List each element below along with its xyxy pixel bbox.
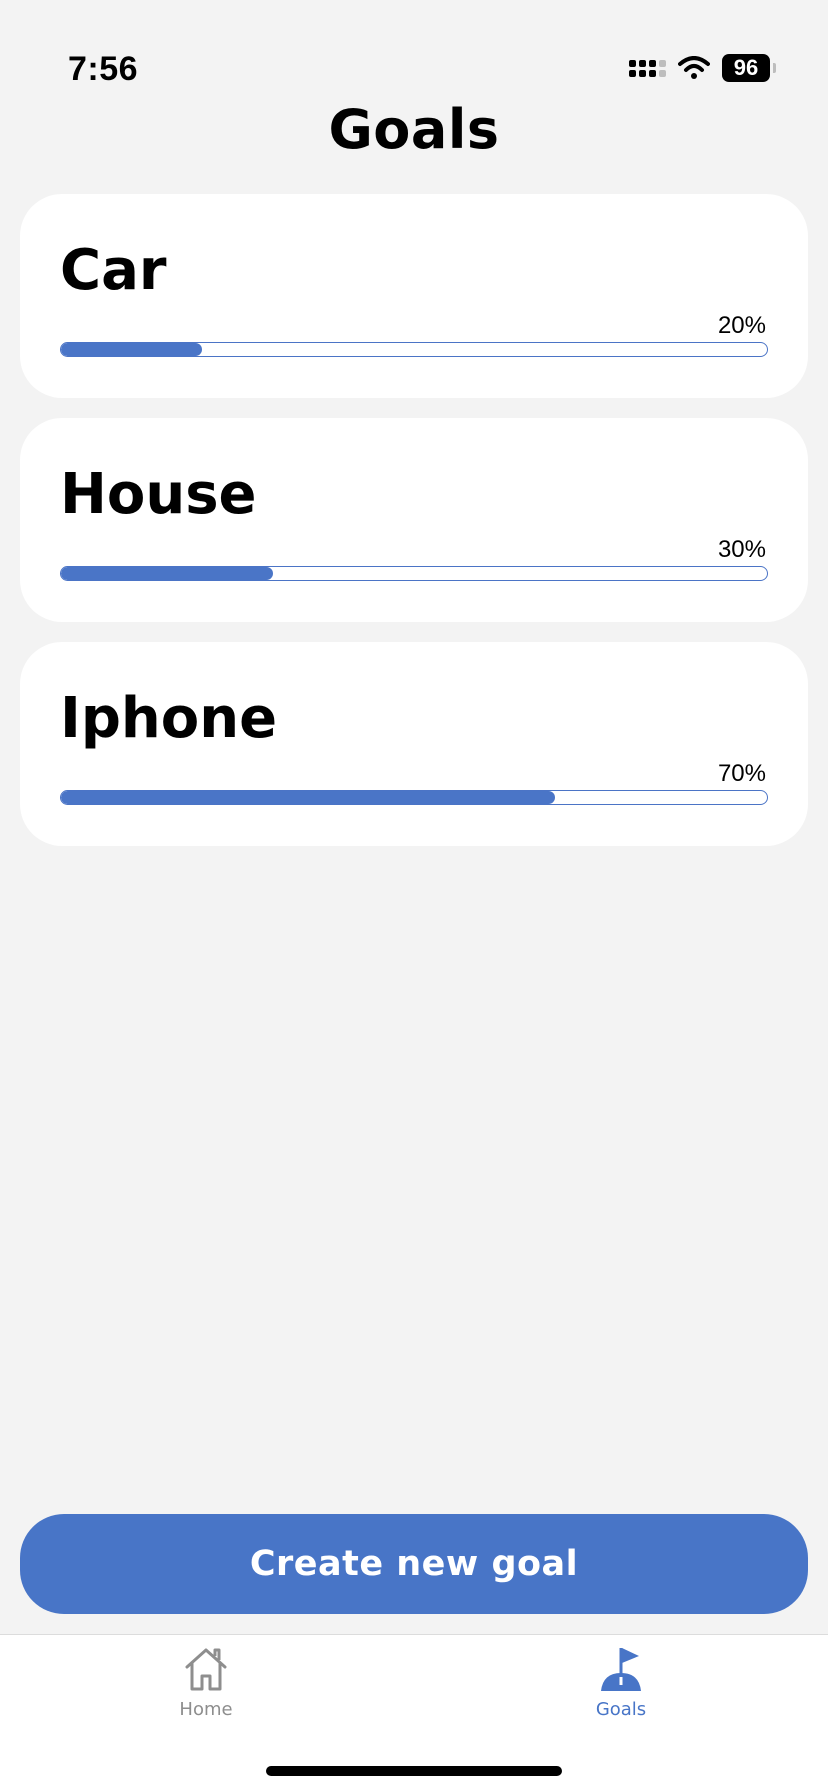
cellular-signal-icon: [629, 59, 666, 77]
progress-bar: [60, 790, 768, 805]
tab-home[interactable]: Home: [116, 1645, 296, 1745]
battery-icon: 96: [722, 54, 776, 82]
home-indicator: [266, 1766, 562, 1776]
progress-fill: [61, 567, 273, 580]
header: 7:56 96 Goals: [20, 20, 808, 174]
tab-goals-label: Goals: [595, 1699, 647, 1720]
status-icons: 96: [629, 54, 776, 82]
goal-card[interactable]: House 30%: [20, 418, 808, 622]
goal-percent: 70%: [717, 760, 766, 787]
progress-bar: [60, 566, 768, 581]
goal-name: Car: [60, 238, 167, 303]
tab-home-label: Home: [179, 1699, 233, 1720]
page-title: Goals: [328, 98, 500, 161]
progress-bar: [60, 342, 768, 357]
create-new-goal-button[interactable]: Create new goal: [20, 1514, 808, 1614]
wifi-icon: [678, 56, 710, 79]
battery-level: 96: [733, 55, 759, 80]
goal-card[interactable]: Car 20%: [20, 194, 808, 398]
goal-percent: 20%: [717, 312, 766, 339]
progress-fill: [61, 343, 203, 356]
goal-name: House: [60, 462, 257, 527]
tab-goals[interactable]: Goals: [531, 1645, 711, 1745]
house-icon: [185, 1648, 227, 1691]
status-time: 7:56: [68, 50, 139, 88]
progress-fill: [61, 791, 556, 804]
goal-card[interactable]: Iphone 70%: [20, 642, 808, 846]
goal-name: Iphone: [60, 686, 278, 751]
goal-percent: 30%: [717, 536, 766, 563]
flag-icon: [601, 1648, 641, 1691]
